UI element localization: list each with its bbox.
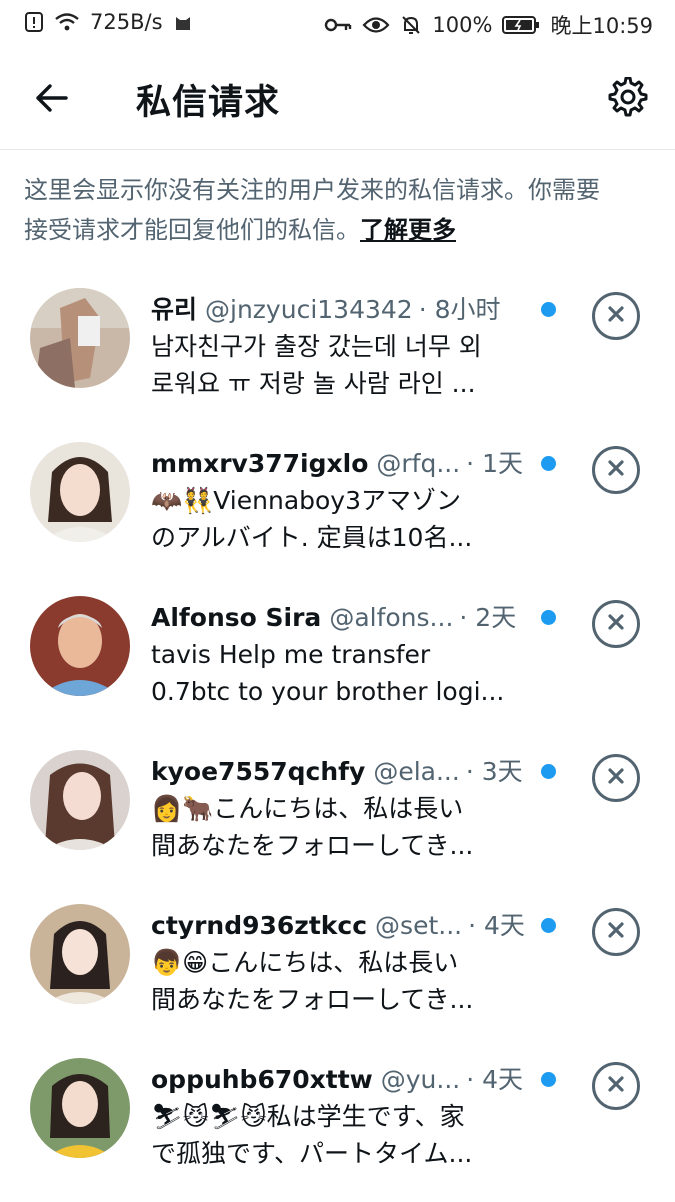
- battery-percent: 100%: [432, 13, 493, 37]
- unread-dot: [541, 302, 556, 317]
- sender-name: mmxrv377igxlo: [151, 449, 369, 478]
- settings-button[interactable]: [605, 76, 651, 122]
- avatar[interactable]: [30, 442, 130, 542]
- close-icon: [607, 613, 625, 635]
- unread-dot: [541, 456, 556, 471]
- timestamp: · 2天: [459, 603, 517, 632]
- list-item[interactable]: mmxrv377igxlo @rfq... · 1天 🦇👯Viennaboy3ア…: [0, 432, 675, 586]
- message-line-1: 남자친구가 출장 갔는데 너무 외: [151, 332, 482, 361]
- unread-dot: [541, 918, 556, 933]
- message-preview: 남자친구가 출장 갔는데 너무 외 로워요 ㅠ 저랑 놀 사람 라인 ...: [151, 328, 521, 402]
- list-item[interactable]: kyoe7557qchfy @ela... · 3天 👩🐂こんにちは、私は長い …: [0, 740, 675, 894]
- sender-name: 유리: [151, 295, 198, 324]
- notice-line-2-text: 接受请求才能回复他们的私信。: [24, 216, 360, 244]
- close-icon: [607, 1075, 625, 1097]
- arrow-left-icon: [35, 83, 69, 117]
- sender-name: kyoe7557qchfy: [151, 757, 366, 786]
- unread-dot: [541, 1072, 556, 1087]
- list-item[interactable]: oppuhb670xttw @yu... · 4天 ⛷😼⛷😼私は学生です、家 で…: [0, 1048, 675, 1202]
- battery-icon: [502, 15, 540, 35]
- list-item[interactable]: ctyrnd936ztkcc @set... · 4天 👦😁こんにちは、私は長い…: [0, 894, 675, 1048]
- header: 私信请求: [0, 52, 675, 148]
- message-line-1: tavis Help me transfer: [151, 640, 431, 669]
- message-preview: ⛷😼⛷😼私は学生です、家 で孤独です、パートタイム...: [151, 1098, 521, 1172]
- avatar[interactable]: [30, 750, 130, 850]
- unread-dot: [541, 764, 556, 779]
- dismiss-button[interactable]: [592, 1062, 640, 1110]
- sender-handle: @rfq...: [376, 449, 461, 478]
- status-bar: 725B/s 100% 晚上10:59: [0, 0, 675, 48]
- message-line-2: 0.7btc to your brother logi...: [151, 677, 505, 706]
- notice-line-2: 接受请求才能回复他们的私信。了解更多: [24, 210, 656, 250]
- message-line-1: 👦😁こんにちは、私は長い: [151, 948, 459, 977]
- net-speed: 725B/s: [90, 10, 163, 34]
- avatar[interactable]: [30, 596, 130, 696]
- alert-icon: [24, 11, 44, 33]
- avatar[interactable]: [30, 1058, 130, 1158]
- gear-icon: [608, 76, 648, 121]
- sender-line: ctyrnd936ztkcc @set... · 4天: [151, 906, 551, 942]
- message-line-2: 間あなたをフォローしてき...: [151, 831, 474, 860]
- message-line-1: 🦇👯Viennaboy3アマゾン: [151, 486, 462, 515]
- list-item[interactable]: Alfonso Sira @alfons... · 2天 tavis Help …: [0, 586, 675, 740]
- message-line-1: 👩🐂こんにちは、私は長い: [151, 794, 464, 823]
- unread-dot: [541, 610, 556, 625]
- message-preview: 👦😁こんにちは、私は長い 間あなたをフォローしてき...: [151, 944, 521, 1018]
- avatar[interactable]: [30, 904, 130, 1004]
- message-line-2: のアルバイト. 定員は10名...: [151, 523, 473, 552]
- close-icon: [607, 305, 625, 327]
- dismiss-button[interactable]: [592, 600, 640, 648]
- notice-line-1: 这里会显示你没有关注的用户发来的私信请求。你需要: [24, 176, 600, 204]
- close-icon: [607, 767, 625, 789]
- page-title: 私信请求: [136, 83, 281, 123]
- sender-line: Alfonso Sira @alfons... · 2天: [151, 598, 551, 634]
- message-preview: tavis Help me transfer 0.7btc to your br…: [151, 636, 521, 710]
- message-preview: 🦇👯Viennaboy3アマゾン のアルバイト. 定員は10名...: [151, 482, 521, 556]
- list-item[interactable]: 유리 @jnzyuci134342 · 8小时 남자친구가 출장 갔는데 너무 …: [0, 278, 675, 432]
- sender-line: oppuhb670xttw @yu... · 4天: [151, 1060, 551, 1096]
- message-preview: 👩🐂こんにちは、私は長い 間あなたをフォローしてき...: [151, 790, 521, 864]
- back-button[interactable]: [30, 78, 74, 122]
- message-line-1: ⛷😼⛷😼私は学生です、家: [151, 1102, 465, 1131]
- wifi-icon: [54, 12, 80, 32]
- message-line-2: 로워요 ㅠ 저랑 놀 사람 라인 ...: [151, 369, 476, 398]
- mute-bell-icon: [400, 14, 422, 36]
- clock: 晚上10:59: [550, 14, 653, 38]
- sender-line: 유리 @jnzyuci134342 · 8小时: [151, 290, 551, 326]
- sender-name: oppuhb670xttw: [151, 1065, 373, 1094]
- message-line-2: で孤独です、パートタイム...: [151, 1139, 473, 1168]
- cat-app-icon: [173, 12, 193, 32]
- dismiss-button[interactable]: [592, 754, 640, 802]
- timestamp: · 4天: [468, 911, 525, 940]
- sender-handle: @set...: [375, 911, 463, 940]
- dismiss-button[interactable]: [592, 446, 640, 494]
- sender-handle: @ela...: [373, 757, 460, 786]
- dismiss-button[interactable]: [592, 292, 640, 340]
- sender-line: kyoe7557qchfy @ela... · 3天: [151, 752, 551, 788]
- sender-handle: @alfons...: [329, 603, 454, 632]
- request-list: 유리 @jnzyuci134342 · 8小时 남자친구가 출장 갔는데 너무 …: [0, 278, 675, 1202]
- request-notice: 这里会显示你没有关注的用户发来的私信请求。你需要 接受请求才能回复他们的私信。了…: [24, 170, 656, 250]
- sender-handle: @jnzyuci134342: [205, 295, 413, 324]
- sender-handle: @yu...: [380, 1065, 461, 1094]
- close-icon: [607, 921, 625, 943]
- learn-more-link[interactable]: 了解更多: [360, 216, 456, 244]
- eye-icon: [362, 16, 390, 34]
- dismiss-button[interactable]: [592, 908, 640, 956]
- timestamp: · 3天: [465, 757, 523, 786]
- sender-name: ctyrnd936ztkcc: [151, 911, 368, 940]
- sender-line: mmxrv377igxlo @rfq... · 1天: [151, 444, 551, 480]
- message-line-2: 間あなたをフォローしてき...: [151, 985, 474, 1014]
- header-divider: [0, 149, 675, 150]
- timestamp: · 4天: [466, 1065, 524, 1094]
- close-icon: [607, 459, 625, 481]
- key-icon: [324, 17, 352, 33]
- avatar[interactable]: [30, 288, 130, 388]
- sender-name: Alfonso Sira: [151, 603, 322, 632]
- timestamp: · 1天: [466, 449, 523, 478]
- timestamp: · 8小时: [418, 295, 501, 324]
